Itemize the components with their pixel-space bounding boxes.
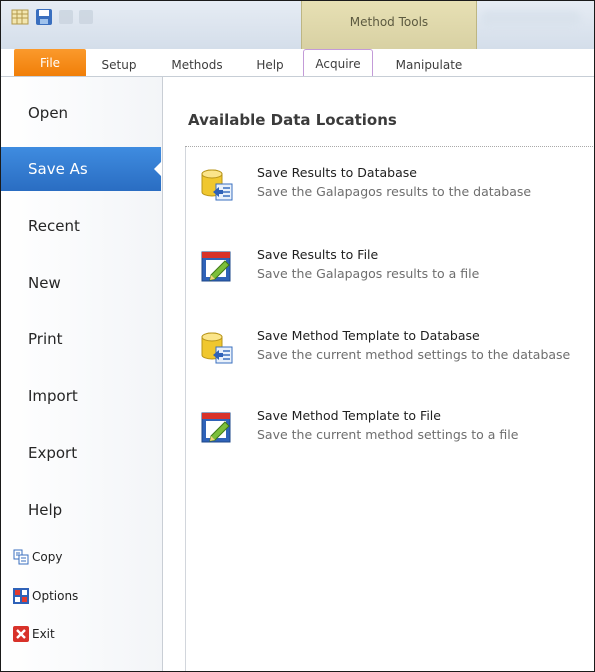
application-window: Method Tools File Setup Methods Help Acq…	[0, 0, 595, 672]
title-divider	[185, 146, 593, 147]
sidebar-item-open[interactable]: Open	[1, 91, 162, 135]
sidebar-item-export[interactable]: Export	[1, 431, 162, 475]
sidebar-item-import[interactable]: Import	[1, 374, 162, 418]
options-icon	[13, 588, 29, 604]
location-description: Save the current method settings to the …	[257, 347, 571, 362]
exit-icon	[13, 626, 29, 642]
exit-command[interactable]: Exit	[13, 624, 55, 644]
location-title: Save Results to File	[257, 247, 379, 262]
undo-icon[interactable]	[59, 10, 73, 24]
tab-manipulate[interactable]: Manipulate	[389, 55, 469, 75]
location-save-template-database[interactable]: Save Method Template to Database Save th…	[199, 328, 589, 374]
location-description: Save the Galapagos results to a file	[257, 266, 480, 281]
tab-acquire[interactable]: Acquire	[303, 49, 373, 77]
location-description: Save the Galapagos results to the databa…	[257, 184, 532, 199]
ribbon-tabs: File Setup Methods Help Acquire Manipula…	[1, 49, 594, 77]
database-save-icon	[201, 332, 233, 364]
content-divider	[185, 147, 186, 671]
sidebar-item-new[interactable]: New	[1, 261, 162, 305]
copy-command[interactable]: Copy	[13, 547, 62, 567]
location-save-results-file[interactable]: Save Results to File Save the Galapagos …	[199, 247, 589, 293]
tab-setup[interactable]: Setup	[97, 55, 141, 75]
context-group-title: Method Tools	[349, 15, 429, 29]
location-save-results-database[interactable]: Save Results to Database Save the Galapa…	[199, 165, 589, 211]
redo-icon[interactable]	[79, 10, 93, 24]
sidebar-item-help[interactable]: Help	[1, 488, 162, 532]
panel-title: Available Data Locations	[188, 111, 397, 129]
window-title-blurred	[481, 11, 581, 27]
quick-access-toolbar	[11, 8, 93, 26]
database-save-icon	[201, 169, 233, 201]
sidebar-item-recent[interactable]: Recent	[1, 204, 162, 248]
save-disk-icon[interactable]	[35, 8, 53, 26]
sidebar-item-save-as[interactable]: Save As	[1, 147, 162, 191]
tab-methods[interactable]: Methods	[167, 55, 227, 75]
location-title: Save Method Template to Database	[257, 328, 480, 343]
save-as-panel: Available Data Locations Save Results to…	[163, 77, 594, 671]
file-save-icon	[201, 412, 231, 443]
method-tools-context-group: Method Tools	[301, 1, 477, 49]
location-save-template-file[interactable]: Save Method Template to File Save the cu…	[199, 408, 589, 454]
sidebar-item-print[interactable]: Print	[1, 317, 162, 361]
copy-label: Copy	[32, 550, 63, 564]
location-title: Save Results to Database	[257, 165, 417, 180]
tab-file[interactable]: File	[14, 49, 86, 77]
options-command[interactable]: Options	[13, 586, 78, 606]
options-label: Options	[32, 589, 79, 603]
app-grid-icon[interactable]	[11, 8, 29, 26]
backstage-sidebar: Open Save As Recent New Print Import Exp…	[1, 77, 163, 671]
file-save-icon	[201, 251, 231, 282]
title-bar	[1, 1, 594, 49]
copy-icon	[13, 549, 29, 565]
location-title: Save Method Template to File	[257, 408, 441, 423]
exit-label: Exit	[32, 627, 55, 641]
location-description: Save the current method settings to a fi…	[257, 427, 519, 442]
tab-help[interactable]: Help	[252, 55, 288, 75]
